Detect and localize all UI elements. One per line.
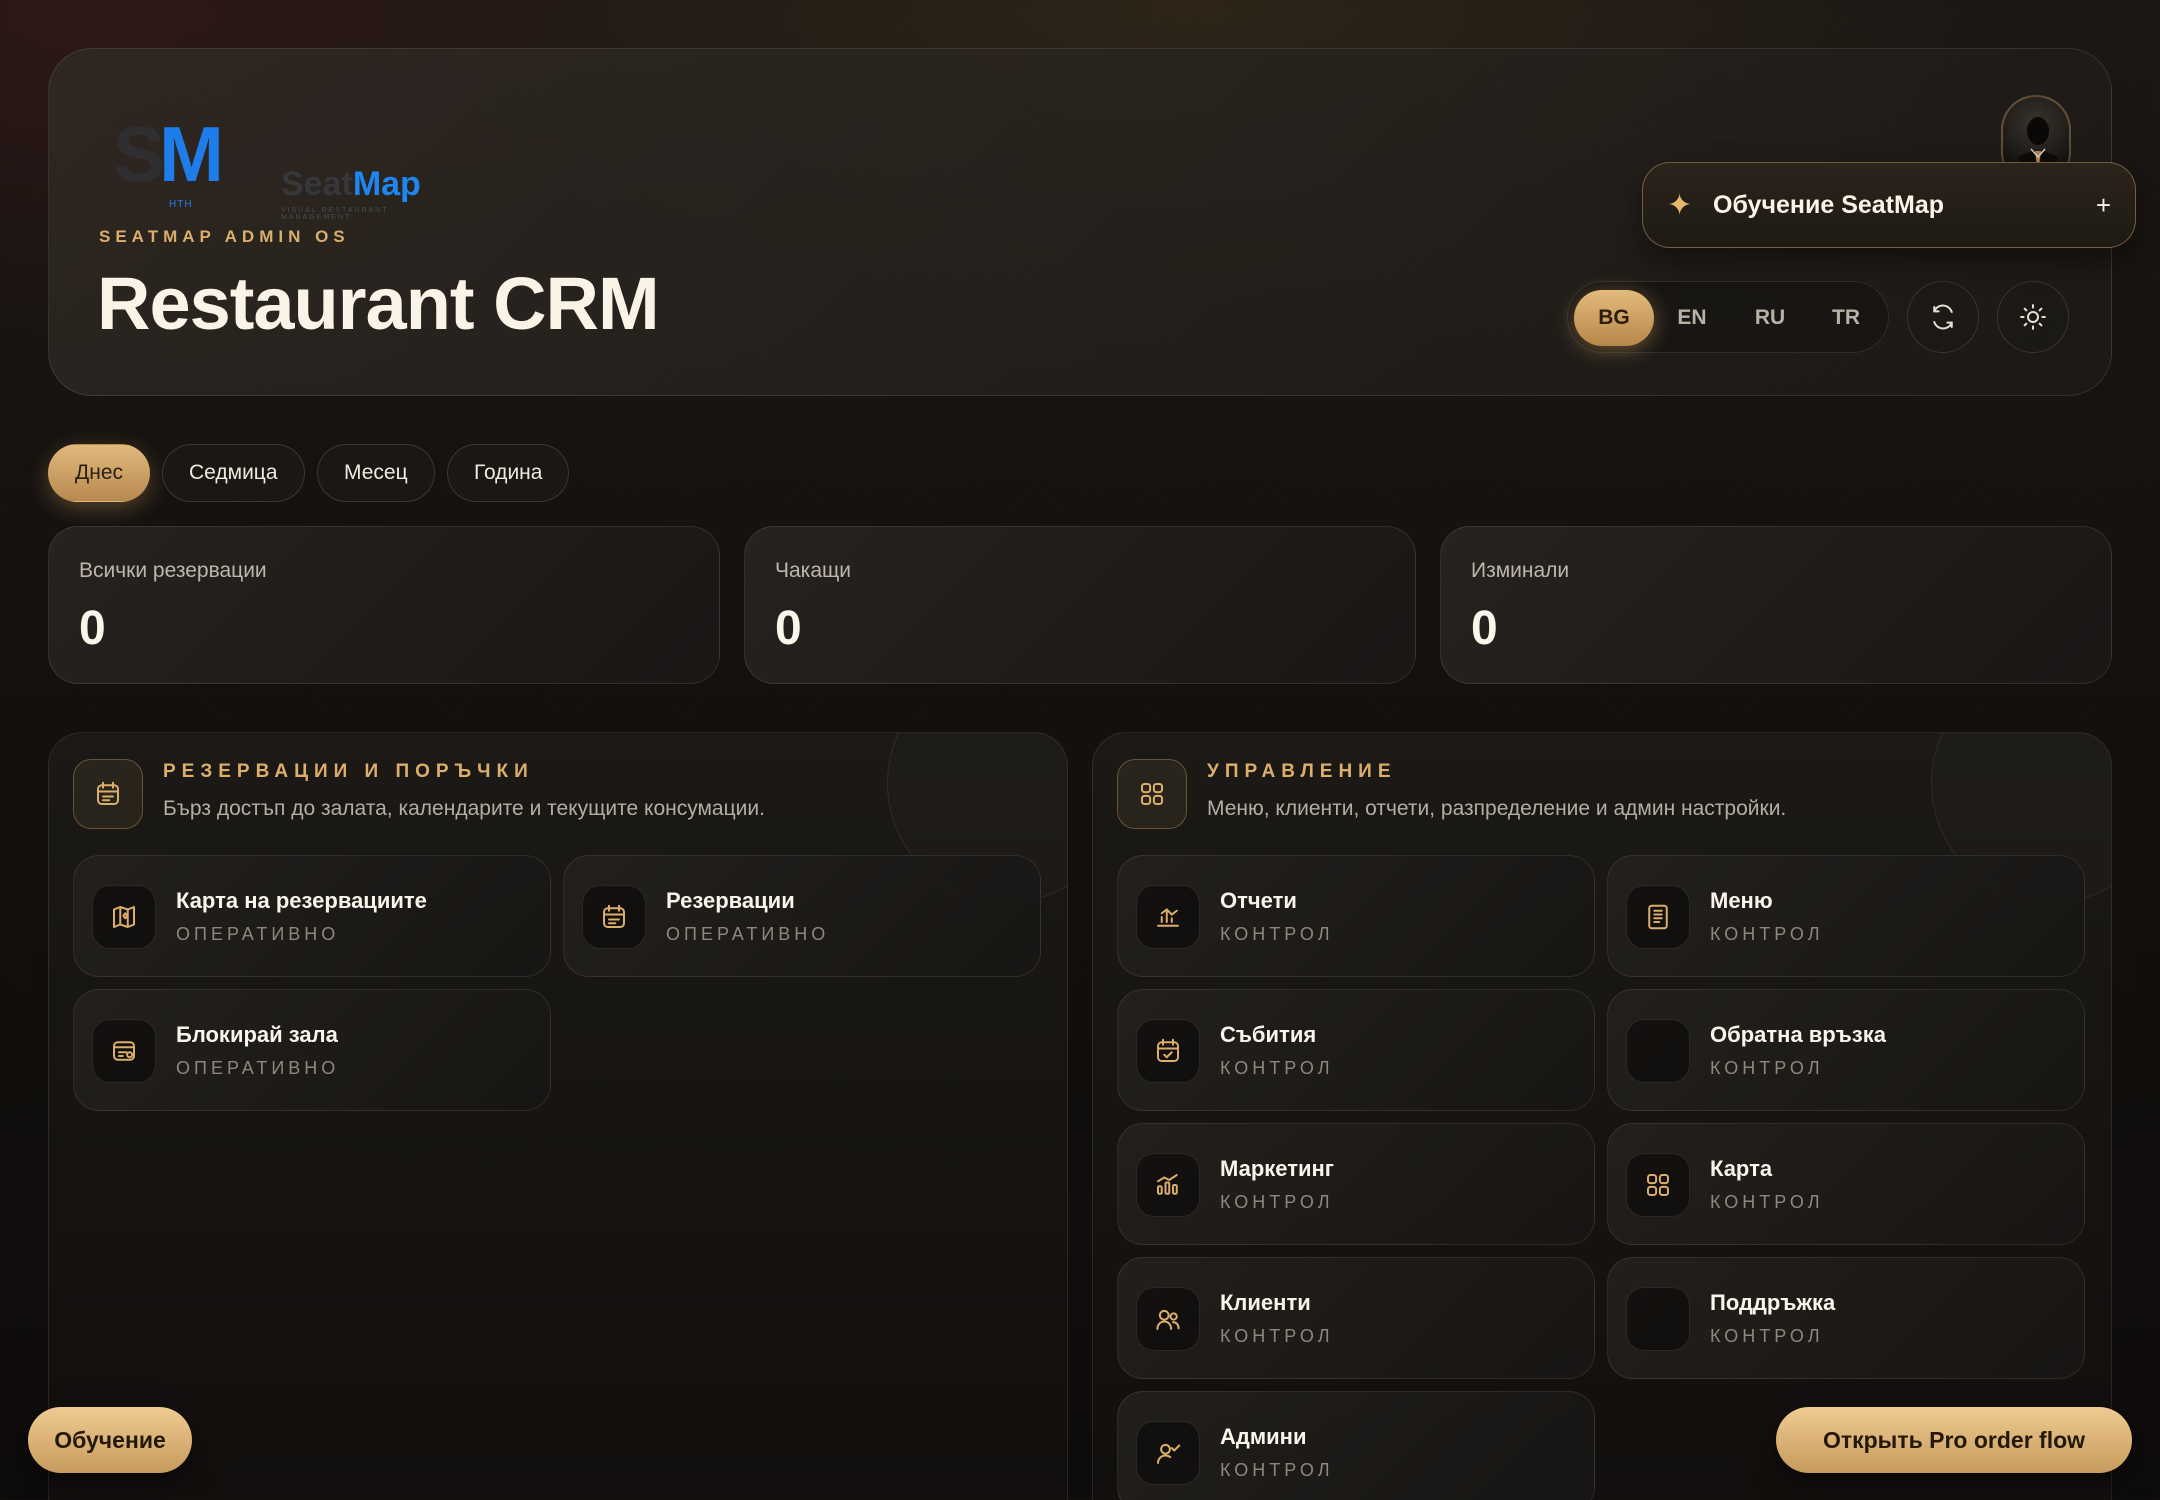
- lang-en[interactable]: EN: [1652, 290, 1732, 346]
- theme-toggle-button[interactable]: [1997, 281, 2069, 353]
- period-week[interactable]: Седмица: [162, 444, 305, 502]
- tile-map[interactable]: Карта КОНТРОЛ: [1607, 1123, 2085, 1245]
- blank-icon: [1626, 1287, 1690, 1351]
- period-today[interactable]: Днес: [48, 444, 150, 502]
- stat-card-past: Изминали 0: [1440, 526, 2112, 684]
- period-month[interactable]: Месец: [317, 444, 435, 502]
- sparkle-icon: ✦: [1667, 188, 1693, 222]
- blank-icon: [1626, 1019, 1690, 1083]
- grid-icon: [1117, 759, 1187, 829]
- tile-reservations[interactable]: Резервации ОПЕРАТИВНО: [563, 855, 1041, 977]
- tile-subtitle: КОНТРОЛ: [1220, 924, 1334, 944]
- brand-logo[interactable]: SM HTH SeatMap Visual restaurant managem…: [113, 109, 433, 221]
- expand-plus-icon[interactable]: +: [2096, 190, 2111, 221]
- tile-subtitle: КОНТРОЛ: [1710, 1058, 1824, 1078]
- tile-title: Клиенти: [1220, 1290, 1311, 1315]
- page-kicker: SEATMAP ADMIN OS: [99, 227, 350, 246]
- tile-admins[interactable]: Админи КОНТРОЛ: [1117, 1391, 1595, 1500]
- panel-subtitle: Меню, клиенти, отчети, разпределение и а…: [1207, 797, 1787, 820]
- tile-title: Маркетинг: [1220, 1156, 1334, 1181]
- tile-title: Админи: [1220, 1424, 1307, 1449]
- event-calendar-icon: [1136, 1019, 1200, 1083]
- users-icon: [1136, 1287, 1200, 1351]
- stat-card-all: Всички резервации 0: [48, 526, 720, 684]
- tile-subtitle: ОПЕРАТИВНО: [176, 1058, 340, 1078]
- grid-icon: [1626, 1153, 1690, 1217]
- logo-mark: SM: [113, 110, 224, 198]
- sun-icon: [2020, 304, 2046, 330]
- tile-title: Карта на резервациите: [176, 888, 427, 913]
- map-icon: [92, 885, 156, 949]
- calendar-icon: [582, 885, 646, 949]
- tile-events[interactable]: Събития КОНТРОЛ: [1117, 989, 1595, 1111]
- tile-title: Карта: [1710, 1156, 1773, 1181]
- lang-bg[interactable]: BG: [1574, 290, 1654, 346]
- open-pro-order-flow-button[interactable]: Открыть Pro order flow: [1776, 1407, 2132, 1473]
- tile-subtitle: ОПЕРАТИВНО: [666, 924, 830, 944]
- language-switcher: BG EN RU TR: [1567, 281, 1889, 353]
- tutorial-button[interactable]: Обучение: [28, 1407, 192, 1473]
- stat-label: Чакащи: [775, 559, 852, 582]
- block-card-icon: [92, 1019, 156, 1083]
- logo-hth: HTH: [169, 199, 193, 210]
- stat-card-pending: Чакащи 0: [744, 526, 1416, 684]
- onboarding-panel[interactable]: ✦ Обучение SeatMap +: [1642, 162, 2136, 248]
- panel-title: УПРАВЛЕНИЕ: [1207, 761, 1397, 782]
- lang-ru[interactable]: RU: [1730, 290, 1810, 346]
- tile-title: Обратна връзка: [1710, 1022, 1886, 1047]
- page-title: Restaurant CRM: [97, 262, 660, 345]
- tile-subtitle: КОНТРОЛ: [1220, 1058, 1334, 1078]
- panel-subtitle: Бърз достъп до залата, календарите и тек…: [163, 797, 765, 820]
- tile-marketing[interactable]: Маркетинг КОНТРОЛ: [1117, 1123, 1595, 1245]
- panel-title: РЕЗЕРВАЦИИ И ПОРЪЧКИ: [163, 761, 534, 782]
- tile-menu[interactable]: Меню КОНТРОЛ: [1607, 855, 2085, 977]
- tile-title: Поддръжка: [1710, 1290, 1836, 1315]
- admin-icon: [1136, 1421, 1200, 1485]
- refresh-icon: [1933, 304, 1953, 330]
- stat-label: Изминали: [1471, 559, 1570, 582]
- logo-tagline: Visual restaurant management: [281, 207, 389, 221]
- reservations-panel: РЕЗЕРВАЦИИ И ПОРЪЧКИ Бърз достъп до зала…: [48, 732, 1068, 1500]
- tile-subtitle: КОНТРОЛ: [1220, 1460, 1334, 1480]
- tile-title: Резервации: [666, 888, 795, 913]
- tile-title: Меню: [1710, 888, 1773, 913]
- stat-label: Всички резервации: [79, 559, 267, 582]
- management-panel: УПРАВЛЕНИЕ Меню, клиенти, отчети, разпре…: [1092, 732, 2112, 1500]
- chart-icon: [1136, 885, 1200, 949]
- stat-value: 0: [1471, 602, 1498, 655]
- tile-clients[interactable]: Клиенти КОНТРОЛ: [1117, 1257, 1595, 1379]
- tile-subtitle: КОНТРОЛ: [1220, 1326, 1334, 1346]
- period-year[interactable]: Година: [447, 444, 570, 502]
- tile-reports[interactable]: Отчети КОНТРОЛ: [1117, 855, 1595, 977]
- tile-subtitle: КОНТРОЛ: [1220, 1192, 1334, 1212]
- tile-subtitle: ОПЕРАТИВНО: [176, 924, 340, 944]
- calendar-icon: [73, 759, 143, 829]
- stat-value: 0: [79, 602, 106, 655]
- tile-title: Събития: [1220, 1022, 1317, 1047]
- tile-subtitle: КОНТРОЛ: [1710, 1326, 1824, 1346]
- logo-name: SeatMap: [281, 165, 421, 203]
- tile-title: Блокирай зала: [176, 1022, 338, 1047]
- tile-title: Отчети: [1220, 888, 1297, 913]
- tile-feedback[interactable]: Обратна връзка КОНТРОЛ: [1607, 989, 2085, 1111]
- lang-tr[interactable]: TR: [1806, 290, 1886, 346]
- stat-value: 0: [775, 602, 802, 655]
- marketing-icon: [1136, 1153, 1200, 1217]
- tile-subtitle: КОНТРОЛ: [1710, 924, 1824, 944]
- menu-book-icon: [1626, 885, 1690, 949]
- tile-block-hall[interactable]: Блокирай зала ОПЕРАТИВНО: [73, 989, 551, 1111]
- onboarding-label: Обучение SeatMap: [1713, 190, 1945, 219]
- tile-support[interactable]: Поддръжка КОНТРОЛ: [1607, 1257, 2085, 1379]
- tile-reservation-map[interactable]: Карта на резервациите ОПЕРАТИВНО: [73, 855, 551, 977]
- refresh-button[interactable]: [1907, 281, 1979, 353]
- tile-subtitle: КОНТРОЛ: [1710, 1192, 1824, 1212]
